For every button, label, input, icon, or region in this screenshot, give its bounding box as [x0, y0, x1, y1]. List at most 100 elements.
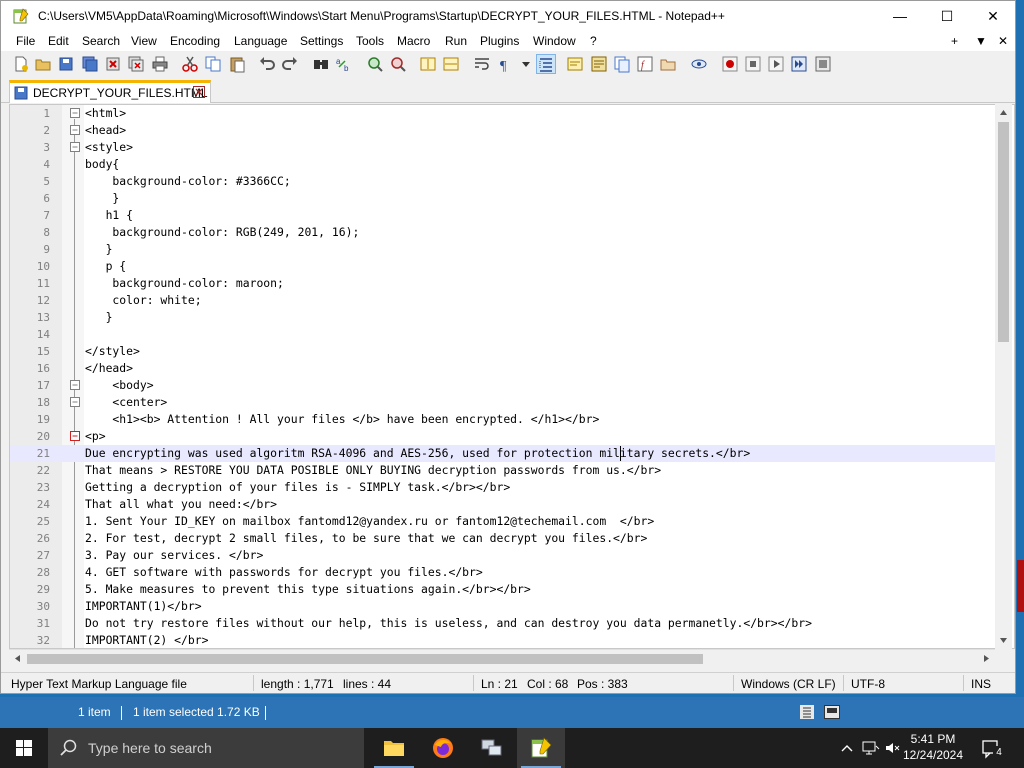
code-line[interactable]: 12 color: white;: [10, 292, 996, 309]
menu-window[interactable]: Window: [533, 34, 576, 48]
code-line[interactable]: 9 }: [10, 241, 996, 258]
code-line[interactable]: 16 </head>: [10, 360, 996, 377]
sync-horizontal-icon[interactable]: [442, 55, 460, 73]
taskbar-search-box[interactable]: Type here to search: [48, 728, 364, 768]
status-eol[interactable]: Windows (CR LF): [741, 677, 836, 691]
fold-collapse-icon[interactable]: [70, 431, 80, 441]
new-file-icon[interactable]: [12, 55, 30, 73]
status-insert-mode[interactable]: INS: [971, 677, 991, 691]
document-list-icon[interactable]: [613, 55, 631, 73]
menu-edit[interactable]: Edit: [48, 34, 69, 48]
menu-search[interactable]: Search: [82, 34, 120, 48]
close-file-icon[interactable]: [104, 55, 122, 73]
code-line[interactable]: 32 IMPORTANT(2) </br>: [10, 632, 996, 648]
chevron-up-icon[interactable]: [840, 741, 854, 755]
menu-file[interactable]: File: [16, 34, 35, 48]
taskbar-firefox[interactable]: [419, 728, 467, 768]
code-line[interactable]: 4 body{: [10, 156, 996, 173]
indent-guide-icon[interactable]: [536, 54, 556, 74]
fold-collapse-icon[interactable]: [70, 125, 80, 135]
scroll-left-icon[interactable]: [13, 654, 22, 663]
undo-icon[interactable]: [258, 55, 276, 73]
vertical-scrollbar[interactable]: [995, 104, 1012, 649]
status-encoding[interactable]: UTF-8: [851, 677, 885, 691]
zoom-in-icon[interactable]: [366, 55, 384, 73]
code-line[interactable]: 21 Due encrypting was used algoritm RSA-4…: [10, 445, 996, 462]
dropdown-arrow-icon[interactable]: [517, 55, 535, 73]
fold-collapse-icon[interactable]: [70, 142, 80, 152]
code-line[interactable]: 30 IMPORTANT(1)</br>: [10, 598, 996, 615]
code-line[interactable]: 14: [10, 326, 996, 343]
save-all-icon[interactable]: [81, 55, 99, 73]
menu-encoding[interactable]: Encoding: [170, 34, 220, 48]
code-line[interactable]: 1 <html>: [10, 105, 996, 122]
cut-icon[interactable]: [181, 55, 199, 73]
taskbar-file-explorer[interactable]: [370, 728, 418, 768]
code-line[interactable]: 24 That all what you need:</br>: [10, 496, 996, 513]
menu-language[interactable]: Language: [234, 34, 287, 48]
code-line[interactable]: 19 <h1><b> Attention ! All your files </…: [10, 411, 996, 428]
code-line[interactable]: 11 background-color: maroon;: [10, 275, 996, 292]
code-line[interactable]: 26 2. For test, decrypt 2 small files, to…: [10, 530, 996, 547]
user-defined-language-icon[interactable]: [566, 55, 584, 73]
code-line[interactable]: 20 <p>: [10, 428, 996, 445]
code-line[interactable]: 27 3. Pay our services. </br>: [10, 547, 996, 564]
code-line[interactable]: 22 That means > RESTORE YOU DATA POSIBLE …: [10, 462, 996, 479]
code-line[interactable]: 13 }: [10, 309, 996, 326]
print-icon[interactable]: [151, 55, 169, 73]
menu-view[interactable]: View: [131, 34, 157, 48]
code-line[interactable]: 2 <head>: [10, 122, 996, 139]
code-line[interactable]: 7 h1 {: [10, 207, 996, 224]
menu-settings[interactable]: Settings: [300, 34, 343, 48]
close-document-button[interactable]: ✕: [998, 34, 1008, 48]
code-line[interactable]: 17 <body>: [10, 377, 996, 394]
code-line[interactable]: 5 background-color: #3366CC;: [10, 173, 996, 190]
code-line[interactable]: 28 4. GET software with passwords for dec…: [10, 564, 996, 581]
code-line[interactable]: 10 p {: [10, 258, 996, 275]
menu-plugins[interactable]: Plugins: [480, 34, 519, 48]
code-line[interactable]: 18 <center>: [10, 394, 996, 411]
horizontal-scroll-thumb[interactable]: [27, 654, 703, 664]
taskbar-notepadpp[interactable]: [517, 728, 565, 768]
monitoring-eye-icon[interactable]: [690, 55, 708, 73]
tab-decrypt-your-files[interactable]: DECRYPT_YOUR_FILES.HTML: [9, 80, 211, 103]
menu-tools[interactable]: Tools: [356, 34, 384, 48]
sync-vertical-icon[interactable]: [419, 55, 437, 73]
code-line[interactable]: 8 background-color: RGB(249, 201, 16);: [10, 224, 996, 241]
vertical-scroll-thumb[interactable]: [998, 122, 1009, 342]
code-editor[interactable]: 1 <html> 2 <head> 3 <style> 4 body{5 background…: [9, 104, 1015, 649]
code-line[interactable]: 23 Getting a decryption of your files is …: [10, 479, 996, 496]
menu-help[interactable]: ?: [590, 34, 597, 48]
menu-macro[interactable]: Macro: [397, 34, 430, 48]
tab-close-icon[interactable]: [193, 86, 205, 98]
close-all-icon[interactable]: [127, 55, 145, 73]
taskbar-clock[interactable]: 5:41 PM 12/24/2024: [896, 731, 970, 763]
show-all-chars-icon[interactable]: ¶: [496, 55, 514, 73]
paste-icon[interactable]: [228, 55, 246, 73]
document-map-icon[interactable]: [590, 55, 608, 73]
open-file-icon[interactable]: [34, 55, 52, 73]
save-icon[interactable]: [57, 55, 75, 73]
code-line[interactable]: 25 1. Sent Your ID_KEY on mailbox fantomd…: [10, 513, 996, 530]
folder-workspace-icon[interactable]: [659, 55, 677, 73]
stop-macro-icon[interactable]: [744, 55, 762, 73]
code-line[interactable]: 15 </style>: [10, 343, 996, 360]
record-macro-icon[interactable]: [721, 55, 739, 73]
copy-icon[interactable]: [204, 55, 222, 73]
save-macro-icon[interactable]: [814, 55, 832, 73]
close-button[interactable]: ✕: [970, 1, 1016, 31]
new-tab-plus-button[interactable]: +: [951, 34, 958, 48]
horizontal-scrollbar[interactable]: [9, 649, 995, 666]
code-line[interactable]: 6 }: [10, 190, 996, 207]
code-line[interactable]: 3 <style>: [10, 139, 996, 156]
minimize-button[interactable]: —: [877, 1, 923, 31]
play-macro-icon[interactable]: [767, 55, 785, 73]
run-macro-multiple-icon[interactable]: [790, 55, 808, 73]
find-icon[interactable]: [312, 55, 330, 73]
fold-collapse-icon[interactable]: [70, 108, 80, 118]
maximize-button[interactable]: ☐: [924, 1, 970, 31]
title-bar[interactable]: C:\Users\VM5\AppData\Roaming\Microsoft\W…: [1, 1, 1015, 31]
scroll-down-icon[interactable]: [999, 636, 1008, 645]
scroll-up-icon[interactable]: [999, 108, 1008, 117]
notification-center-button[interactable]: 4: [980, 738, 1005, 760]
